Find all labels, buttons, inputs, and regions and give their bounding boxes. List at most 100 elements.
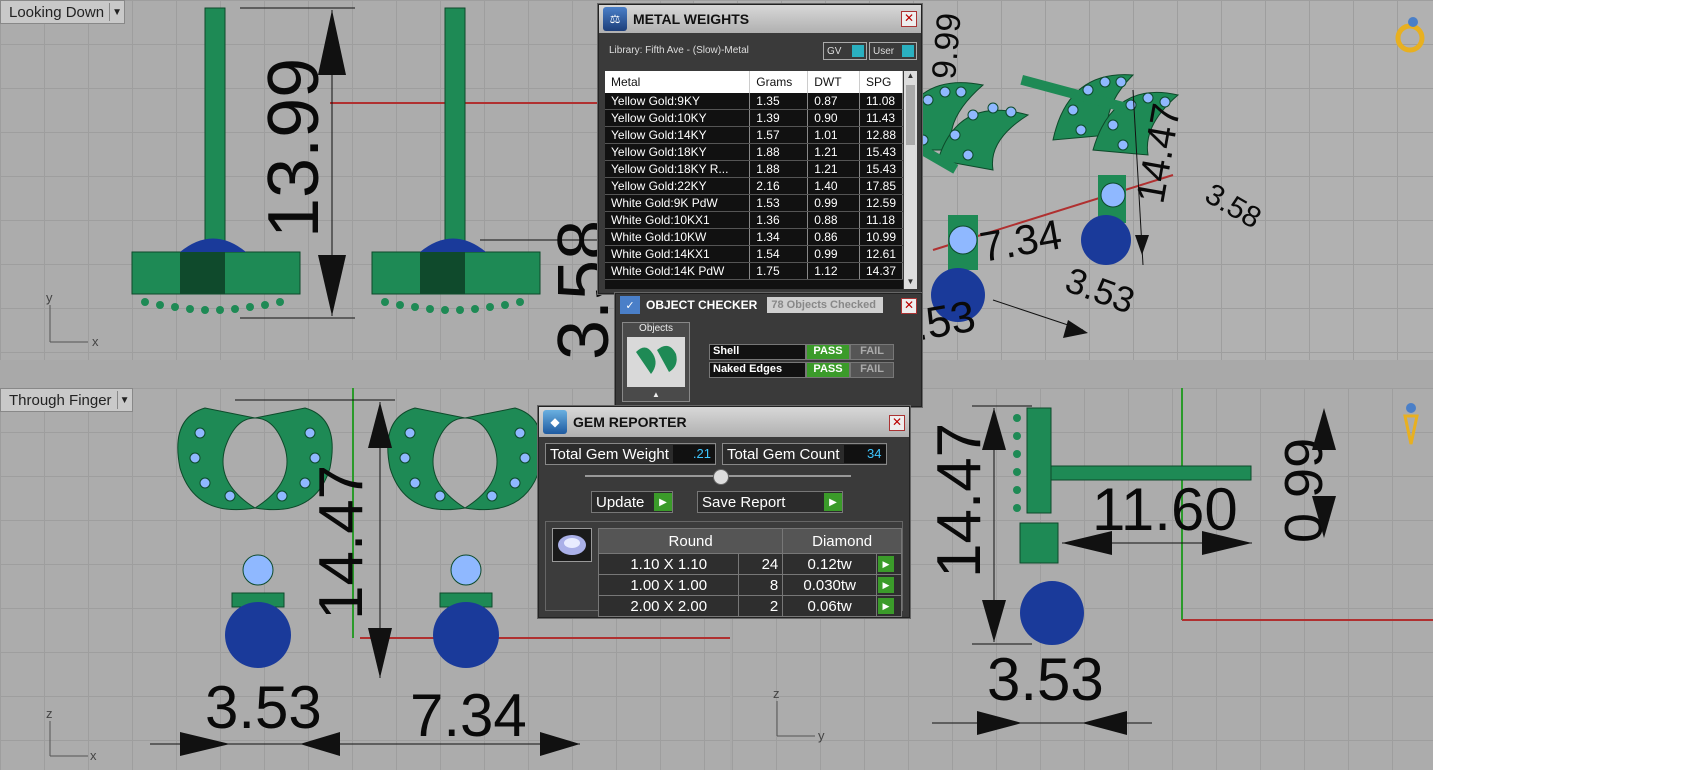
- table-row[interactable]: 1.00 X 1.00 8 0.030tw ▶: [597, 574, 902, 596]
- table-cell: Yellow Gold:10KY: [605, 109, 751, 127]
- table-row[interactable]: Yellow Gold:9KY 1.35 0.87 11.08: [605, 93, 903, 110]
- table-row[interactable]: Yellow Gold:18KY R... 1.88 1.21 15.43: [605, 160, 903, 178]
- objects-checked-tab[interactable]: 78 Objects Checked: [767, 297, 884, 313]
- table-cell: 1.54: [749, 245, 809, 263]
- table-row[interactable]: White Gold:14K PdW 1.75 1.12 14.37: [605, 262, 903, 280]
- object-checker-panel: ✓ OBJECT CHECKER 78 Objects Checked ✕ Ob…: [615, 293, 922, 407]
- play-icon[interactable]: ▶: [878, 577, 895, 593]
- table-row[interactable]: White Gold:14KX1 1.54 0.99 12.61: [605, 245, 903, 263]
- pass-badge[interactable]: PASS: [806, 362, 850, 378]
- panel-title: OBJECT CHECKER: [646, 298, 758, 312]
- viewport-looking-down[interactable]: Looking Down ▼ 13.99 3.58 y x: [0, 0, 693, 360]
- scroll-down-icon[interactable]: ▼: [904, 277, 917, 289]
- gem-weight: 0.12tw: [782, 553, 878, 575]
- ring-icon[interactable]: [1393, 14, 1427, 54]
- column-header[interactable]: DWT: [807, 71, 860, 93]
- axis-x-label: x: [92, 334, 99, 349]
- earring-icon[interactable]: [1399, 402, 1423, 446]
- table-cell: 0.99: [807, 245, 860, 263]
- gv-label: GV: [827, 45, 842, 57]
- scroll-thumb[interactable]: [906, 85, 915, 145]
- scroll-up-icon[interactable]: ▲: [904, 71, 917, 83]
- library-label: Library: Fifth Ave - (Slow)-Metal: [609, 44, 749, 56]
- totals-row: Total Gem Weight .21 Total Gem Count 34: [545, 443, 901, 465]
- column-header[interactable]: SPG: [859, 71, 903, 93]
- count-value: 34: [843, 445, 886, 463]
- viewport-label[interactable]: Through Finger ▼: [0, 388, 133, 412]
- table-cell: 12.59: [859, 194, 903, 212]
- expand-up-icon[interactable]: ▲: [623, 390, 689, 399]
- dimension-label: 13.99: [254, 58, 334, 238]
- save-label: Save Report: [702, 493, 786, 511]
- table-row[interactable]: 2.00 X 2.00 2 0.06tw ▶: [597, 595, 902, 617]
- pass-badge[interactable]: PASS: [806, 344, 850, 360]
- fail-badge[interactable]: FAIL: [850, 362, 894, 378]
- table-row[interactable]: Yellow Gold:14KY 1.57 1.01 12.88: [605, 126, 903, 144]
- table-row[interactable]: Yellow Gold:18KY 1.88 1.21 15.43: [605, 143, 903, 161]
- table-row[interactable]: White Gold:10KX1 1.36 0.88 11.18: [605, 211, 903, 229]
- count-label: Total Gem Count: [726, 445, 840, 463]
- gem-count: 8: [738, 574, 784, 596]
- panel-titlebar[interactable]: ◆ GEM REPORTER ✕: [539, 407, 909, 437]
- weight-value: .21: [672, 445, 715, 463]
- table-row[interactable]: 1.10 X 1.10 24 0.12tw ▶: [597, 553, 902, 575]
- objects-box[interactable]: Objects ▲: [622, 322, 690, 402]
- gem-table: Round Diamond 1.10 X 1.10 24 0.12tw ▶ 1.00 X…: [597, 528, 902, 617]
- panel-titlebar[interactable]: ✓ OBJECT CHECKER 78 Objects Checked ✕: [616, 294, 921, 316]
- table-cell: 1.01: [807, 126, 860, 144]
- viewport-label[interactable]: Looking Down ▼: [0, 0, 126, 24]
- metal-table-container[interactable]: Metal Grams DWT SPG Yellow Gold:9KY 1.35 0…: [605, 71, 903, 289]
- table-cell: 0.88: [807, 211, 860, 229]
- gem-row-action[interactable]: ▶: [876, 574, 902, 596]
- table-cell: 1.21: [807, 160, 860, 178]
- table-row[interactable]: Yellow Gold:10KY 1.39 0.90 11.43: [605, 109, 903, 127]
- gem-row-action[interactable]: ▶: [876, 595, 902, 617]
- play-icon: ▶: [654, 493, 672, 511]
- close-icon[interactable]: ✕: [901, 298, 917, 314]
- scrollbar[interactable]: ▲ ▼: [904, 71, 917, 289]
- column-header[interactable]: Grams: [749, 71, 809, 93]
- save-report-button[interactable]: Save Report ▶: [697, 491, 843, 513]
- gem-weight: 0.06tw: [782, 595, 878, 617]
- table-cell: 1.88: [749, 143, 809, 161]
- update-label: Update: [596, 493, 645, 511]
- update-button[interactable]: Update ▶: [591, 491, 673, 513]
- gv-toggle[interactable]: GV: [823, 42, 867, 60]
- dimension-label: 9.99: [925, 11, 969, 80]
- fail-badge[interactable]: FAIL: [850, 344, 894, 360]
- dimension-label: 7.34: [410, 682, 527, 749]
- table-cell: Yellow Gold:22KY: [605, 177, 751, 195]
- table-cell: 17.85: [859, 177, 903, 195]
- table-row[interactable]: Yellow Gold:22KY 2.16 1.40 17.85: [605, 177, 903, 195]
- table-cell: 11.43: [859, 109, 903, 127]
- user-toggle[interactable]: User: [869, 42, 917, 60]
- table-cell: 12.88: [859, 126, 903, 144]
- table-cell: 11.08: [859, 93, 903, 110]
- gem-size: 1.10 X 1.10: [597, 553, 740, 575]
- column-header[interactable]: Metal: [605, 71, 751, 93]
- objects-label: Objects: [639, 323, 673, 334]
- axis-x-label: x: [90, 748, 97, 763]
- table-cell: White Gold:14KX1: [605, 245, 751, 263]
- close-icon[interactable]: ✕: [901, 11, 917, 27]
- table-cell: White Gold:9K PdW: [605, 194, 751, 212]
- play-icon[interactable]: ▶: [878, 598, 895, 614]
- play-icon[interactable]: ▶: [878, 556, 895, 572]
- rhino-workspace: Looking Down ▼ 13.99 3.58 y x 9.99 14.47…: [0, 0, 1433, 770]
- gem-size: 1.00 X 1.00: [597, 574, 740, 596]
- gem-shape-icon: [552, 528, 592, 562]
- axis-x-label: y: [818, 728, 825, 743]
- gem-row-action[interactable]: ▶: [876, 553, 902, 575]
- table-cell: 15.43: [859, 160, 903, 178]
- check-name: Shell: [709, 344, 806, 360]
- chevron-down-icon[interactable]: ▼: [109, 3, 124, 21]
- table-cell: 1.88: [749, 160, 809, 178]
- table-row[interactable]: White Gold:9K PdW 1.53 0.99 12.59: [605, 194, 903, 212]
- close-icon[interactable]: ✕: [889, 415, 905, 431]
- size-slider[interactable]: [585, 469, 851, 485]
- table-cell: Yellow Gold:18KY R...: [605, 160, 751, 178]
- chevron-down-icon[interactable]: ▼: [116, 391, 132, 409]
- slider-thumb[interactable]: [713, 469, 729, 485]
- panel-titlebar[interactable]: ⚖ METAL WEIGHTS ✕: [599, 5, 921, 33]
- table-row[interactable]: White Gold:10KW 1.34 0.86 10.99: [605, 228, 903, 246]
